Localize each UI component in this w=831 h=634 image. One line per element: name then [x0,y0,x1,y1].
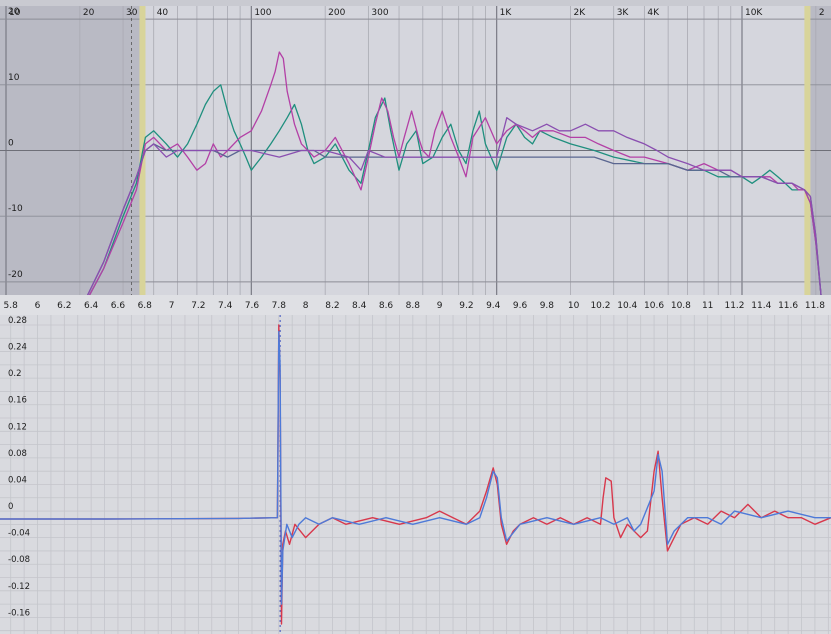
ir-x-tick-label: 9.2 [459,301,473,311]
fr-x-tick-label: 1K [500,8,513,18]
ir-x-tick-label: 8.6 [379,301,394,311]
ir-x-tick-label: 6 [35,301,41,311]
ir-x-tick-label: 9.6 [513,301,528,311]
fr-x-tick-label: 2K [574,8,587,18]
impulse-response-panel[interactable]: 5.8 6 6.2 6.4 6.6 6.8 7 7.2 7.4 7.6 7.8 8 8.2 8.4 8.6 8… [0,295,831,634]
fr-x-tick-label: 200 [328,8,345,18]
ir-y-tick-label: -0.04 [8,529,30,539]
ir-y-tick-label: 0.04 [8,475,27,485]
ir-y-tick-label: 0.08 [8,449,27,459]
ir-x-tick-label: 11.6 [778,301,798,311]
ir-x-tick-label: 6.8 [138,301,153,311]
analyzer-display: 10 20 30 40 100 200 300 1K 2K 3K 4K 10K 2 20100-10-2… [0,0,831,634]
ir-x-tick-label: 10 [568,301,580,311]
fr-top-strip [0,0,831,6]
ir-x-tick-label: 6.6 [111,301,126,311]
ir-x-tick-label: 7.6 [245,301,260,311]
ir-y-tick-label: -0.16 [8,608,30,618]
fr-y-tick-label: -10 [8,204,23,214]
ir-x-tick-label: 10.6 [644,301,664,311]
fr-x-tick-label: 100 [254,8,271,18]
fr-x-tick-label: 4K [647,8,660,18]
ir-background [0,295,831,634]
ir-y-tick-label: 0.24 [8,343,27,353]
ir-x-tick-label: 8 [303,301,309,311]
frequency-response-panel[interactable]: 10 20 30 40 100 200 300 1K 2K 3K 4K 10K 2 20100-10-2… [0,0,831,335]
ir-x-tick-label: 7.4 [218,301,233,311]
ir-y-tick-label: -0.12 [8,582,30,592]
ir-x-tick-label: 10.2 [590,301,610,311]
ir-x-tick-label: 7.8 [272,301,287,311]
fr-y-tick-label: 20 [8,7,20,17]
ir-y-tick-label: 0.16 [8,396,27,406]
ir-x-tick-label: 9.8 [540,301,555,311]
fr-x-tick-label: 40 [157,8,169,18]
ir-x-tick-label: 5.8 [4,301,19,311]
ir-x-tick-label: 9.4 [486,301,501,311]
ir-x-tick-label: 11.8 [805,301,825,311]
ir-x-tick-label: 7.2 [191,301,205,311]
ir-y-tick-label: 0.28 [8,316,27,326]
ir-x-tick-label: 11 [702,301,713,311]
ir-x-tick-label: 10.4 [617,301,637,311]
ir-x-tick-label: 6.4 [84,301,99,311]
fr-y-tick-label: -20 [8,270,23,280]
fr-x-tick-label: 2 [819,8,825,18]
ir-x-tick-label: 10.8 [671,301,691,311]
ir-x-tick-label: 7 [169,301,175,311]
fr-x-tick-label: 10K [745,8,763,18]
ir-x-tick-label: 11.4 [751,301,771,311]
fr-x-tick-label: 30 [126,8,138,18]
ir-x-tick-label: 8.8 [406,301,421,311]
ir-x-tick-label: 11.2 [724,301,744,311]
fr-y-tick-label: 10 [8,73,20,83]
ir-y-tick-label: 0 [8,502,13,512]
fr-x-tick-label: 20 [83,8,95,18]
ir-x-tick-label: 9 [437,301,443,311]
fr-y-tick-label: 0 [8,139,14,149]
high-cut-handle[interactable] [804,6,811,295]
fr-x-tick-label: 3K [617,8,630,18]
ir-x-tick-label: 8.2 [325,301,339,311]
ir-x-tick-label: 6.2 [57,301,71,311]
ir-y-tick-label: -0.08 [8,555,30,565]
ir-x-tick-label: 8.4 [352,301,367,311]
ir-y-tick-label: 0.2 [8,369,22,379]
fr-x-tick-label: 300 [371,8,388,18]
ir-y-tick-label: 0.12 [8,422,27,432]
